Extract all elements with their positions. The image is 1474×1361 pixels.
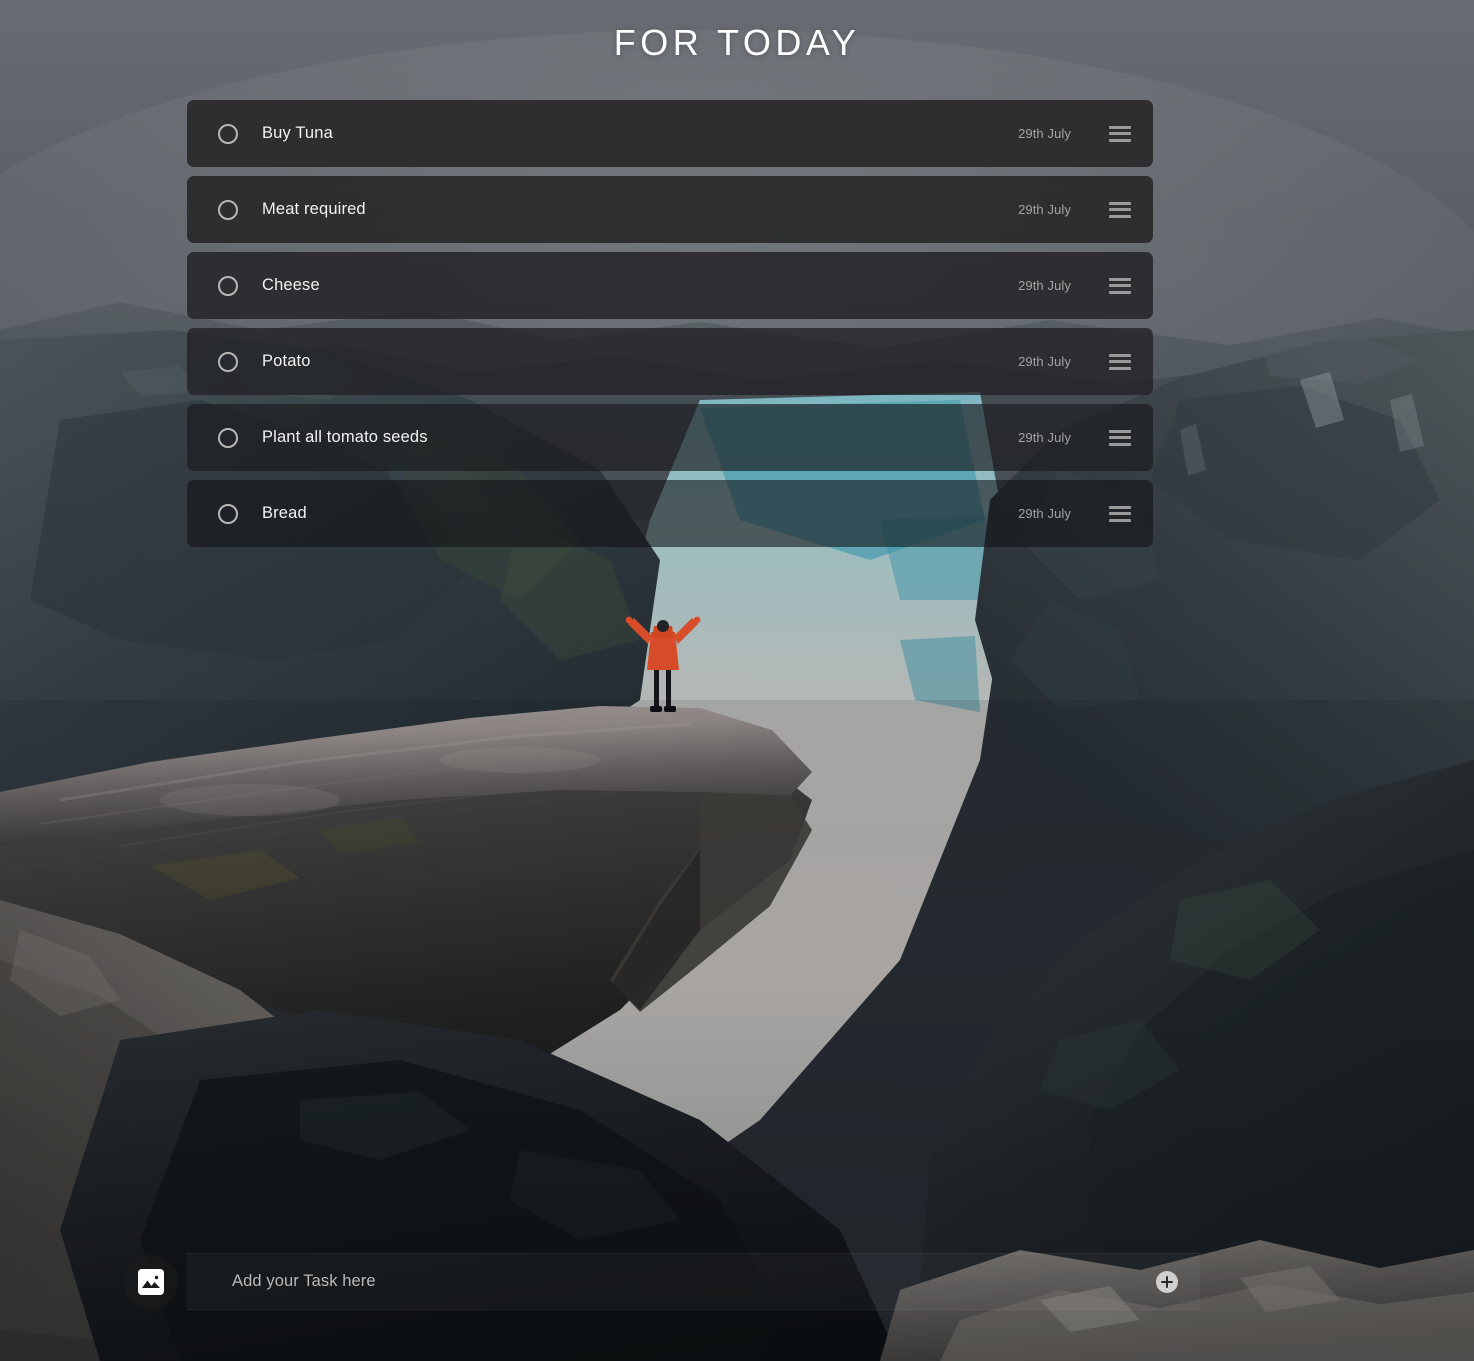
menu-line: [1109, 284, 1131, 287]
task-row[interactable]: Potato 29th July: [187, 328, 1153, 395]
hamburger-menu-icon[interactable]: [1109, 201, 1131, 218]
menu-line: [1109, 442, 1131, 446]
menu-line: [1109, 125, 1131, 129]
task-label: Meat required: [262, 200, 366, 218]
task-list: Buy Tuna 29th July Meat required 29th Ju…: [187, 100, 1153, 556]
image-picker-icon: [138, 1269, 164, 1295]
task-label: Bread: [262, 504, 307, 522]
menu-line: [1109, 505, 1131, 509]
hamburger-menu-icon[interactable]: [1109, 505, 1131, 522]
circle-outline-icon[interactable]: [218, 275, 238, 296]
task-date: 29th July: [1018, 202, 1071, 217]
task-date: 29th July: [1018, 278, 1071, 293]
hamburger-menu-icon[interactable]: [1109, 429, 1131, 446]
add-task-bar: [186, 1253, 1200, 1310]
menu-line: [1109, 353, 1131, 357]
task-row[interactable]: Buy Tuna 29th July: [187, 100, 1153, 167]
circle-outline-icon[interactable]: [218, 427, 238, 448]
task-row[interactable]: Cheese 29th July: [187, 252, 1153, 319]
task-date: 29th July: [1018, 430, 1071, 445]
menu-line: [1109, 429, 1131, 433]
hamburger-menu-icon[interactable]: [1109, 353, 1131, 370]
menu-line: [1109, 512, 1131, 515]
task-row[interactable]: Plant all tomato seeds 29th July: [187, 404, 1153, 471]
menu-line: [1109, 366, 1131, 370]
task-date: 29th July: [1018, 354, 1071, 369]
task-label: Cheese: [262, 276, 320, 294]
menu-line: [1109, 214, 1131, 218]
menu-line: [1109, 201, 1131, 205]
image-picker-button[interactable]: [124, 1255, 178, 1309]
task-row[interactable]: Meat required 29th July: [187, 176, 1153, 243]
page-title: FOR TODAY: [613, 22, 861, 63]
circle-outline-icon[interactable]: [218, 503, 238, 524]
menu-line: [1109, 208, 1131, 211]
task-label: Plant all tomato seeds: [262, 428, 428, 446]
task-date: 29th July: [1018, 506, 1071, 521]
menu-line: [1109, 436, 1131, 439]
menu-line: [1109, 360, 1131, 363]
todo-app-window: FOR TODAY Buy Tuna 29th July Meat requir…: [0, 0, 1474, 1361]
add-task-input[interactable]: [232, 1272, 1156, 1291]
circle-outline-icon[interactable]: [218, 123, 238, 144]
menu-line: [1109, 290, 1131, 294]
menu-line: [1109, 518, 1131, 522]
menu-line: [1109, 132, 1131, 135]
task-label: Potato: [262, 352, 311, 370]
menu-line: [1109, 138, 1131, 142]
task-date: 29th July: [1018, 126, 1071, 141]
plus-icon[interactable]: [1156, 1270, 1178, 1293]
task-label: Buy Tuna: [262, 124, 333, 142]
hamburger-menu-icon[interactable]: [1109, 125, 1131, 142]
task-row[interactable]: Bread 29th July: [187, 480, 1153, 547]
circle-outline-icon[interactable]: [218, 351, 238, 372]
hamburger-menu-icon[interactable]: [1109, 277, 1131, 294]
circle-outline-icon[interactable]: [218, 199, 238, 220]
menu-line: [1109, 277, 1131, 281]
